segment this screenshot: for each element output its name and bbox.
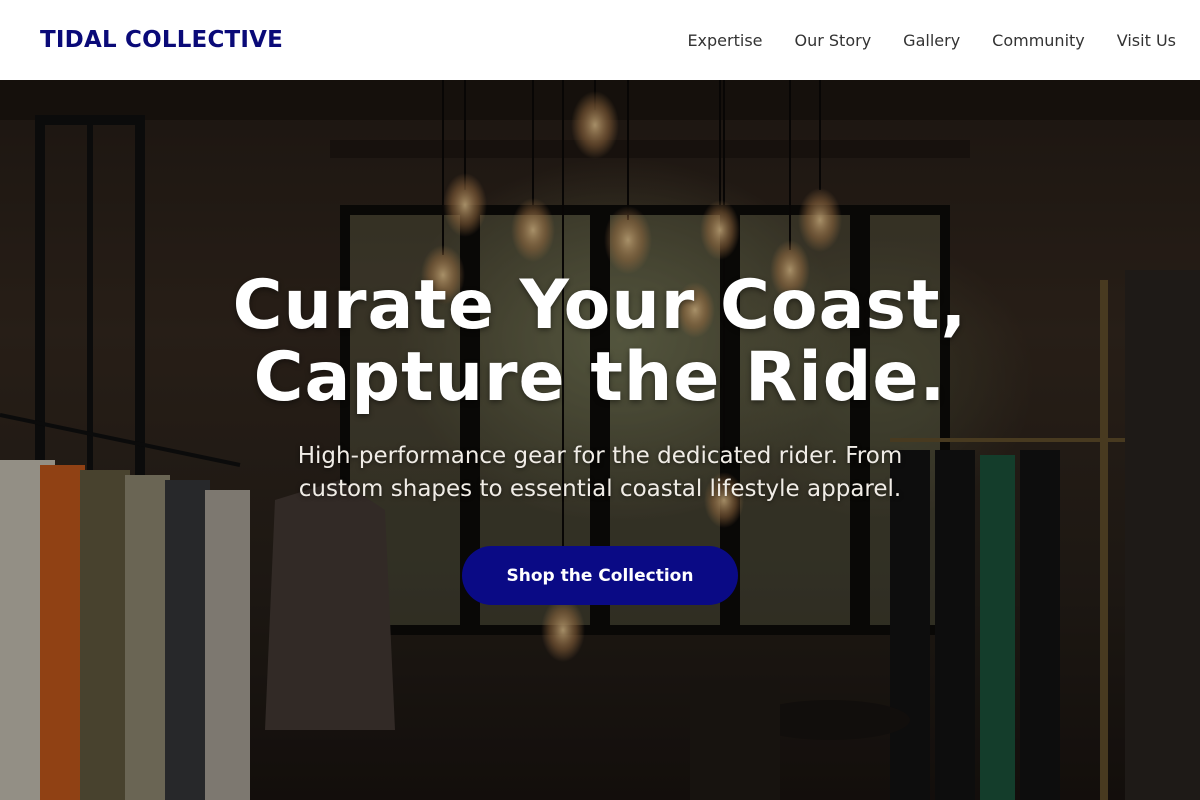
shop-collection-button[interactable]: Shop the Collection <box>462 546 738 605</box>
hero-section: Curate Your Coast, Capture the Ride. Hig… <box>0 80 1200 800</box>
main-nav: Expertise Our Story Gallery Community Vi… <box>655 31 1176 50</box>
hero-content: Curate Your Coast, Capture the Ride. Hig… <box>0 80 1200 800</box>
nav-link-community[interactable]: Community <box>992 31 1085 50</box>
hero-subtitle: High-performance gear for the dedicated … <box>297 443 903 502</box>
hero-title: Curate Your Coast, Capture the Ride. <box>150 270 1050 414</box>
site-header: TIDAL COLLECTIVE Expertise Our Story Gal… <box>0 0 1200 80</box>
hero-title-line-2: Capture the Ride. <box>253 338 947 417</box>
nav-link-our-story[interactable]: Our Story <box>795 31 872 50</box>
nav-link-gallery[interactable]: Gallery <box>903 31 960 50</box>
brand-logo[interactable]: TIDAL COLLECTIVE <box>40 27 283 53</box>
hero-title-line-1: Curate Your Coast, <box>232 266 968 345</box>
nav-link-expertise[interactable]: Expertise <box>687 31 762 50</box>
nav-link-visit-us[interactable]: Visit Us <box>1117 31 1176 50</box>
